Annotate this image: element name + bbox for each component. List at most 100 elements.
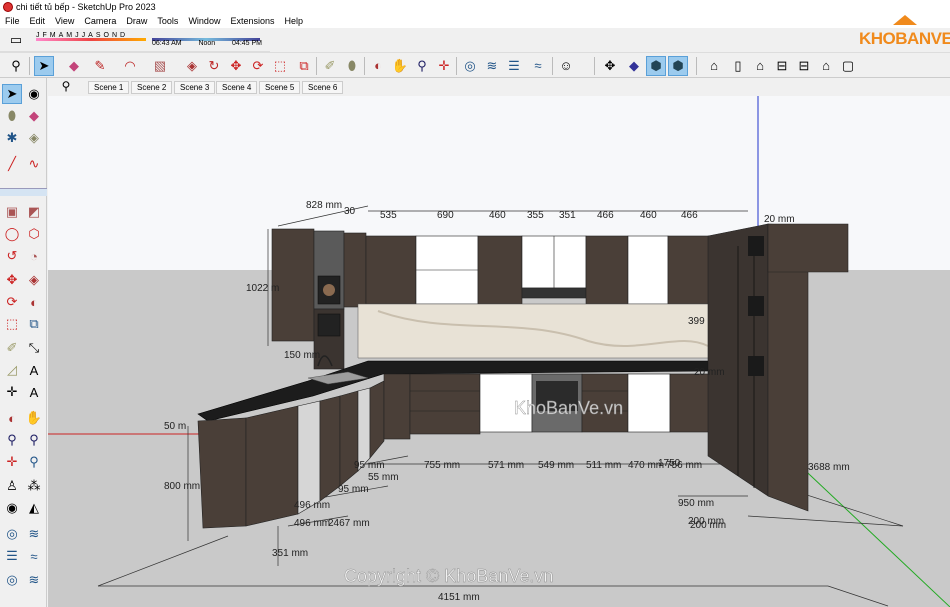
walk-through-icon[interactable]: ◭ xyxy=(24,498,44,518)
arc-icon[interactable]: ↺ xyxy=(2,246,22,266)
component-icon[interactable]: ✱ xyxy=(2,128,22,148)
back-view-icon[interactable]: ⌂ xyxy=(750,56,770,76)
components-icon[interactable]: ≈ xyxy=(24,546,44,566)
tape-measure-icon[interactable]: ✐ xyxy=(2,338,22,358)
sandbox-icon[interactable]: ◎ xyxy=(2,524,22,544)
scene-tab-1[interactable]: Scene 1 xyxy=(88,81,130,94)
move-icon[interactable]: ✥ xyxy=(226,56,246,76)
shadow-icon[interactable]: ≋ xyxy=(24,570,44,590)
front-view-icon[interactable]: ⌂ xyxy=(704,56,724,76)
offset-icon[interactable]: ⧉ xyxy=(294,56,314,76)
offset-icon[interactable]: ⧉ xyxy=(24,314,44,334)
scale-icon[interactable]: ⬚ xyxy=(270,56,290,76)
protractor-icon[interactable]: ◿ xyxy=(2,360,22,380)
paint-bucket-icon[interactable]: ⬮ xyxy=(2,106,22,126)
menu-camera[interactable]: Camera xyxy=(79,14,121,28)
layers-icon[interactable]: ≋ xyxy=(482,56,502,76)
right-view-icon[interactable]: ▯ xyxy=(728,56,748,76)
menu-window[interactable]: Window xyxy=(183,14,225,28)
layers-icon[interactable]: ≋ xyxy=(24,524,44,544)
tape-measure-icon[interactable]: ✐ xyxy=(320,56,340,76)
rectangle-icon[interactable]: ▣ xyxy=(2,202,22,222)
dim-label: 351 mm xyxy=(272,548,308,559)
scene-tab-2[interactable]: Scene 2 xyxy=(131,81,173,94)
house-icon[interactable]: ⌂ xyxy=(816,56,836,76)
eraser-icon[interactable]: ◆ xyxy=(24,106,44,126)
zoom-extents-icon[interactable]: ✛ xyxy=(2,452,22,472)
freehand-icon[interactable]: ∿ xyxy=(24,154,44,174)
eraser-icon[interactable]: ◆ xyxy=(64,56,84,76)
components-icon[interactable]: ≈ xyxy=(528,56,548,76)
menu-help[interactable]: Help xyxy=(279,14,308,28)
text-icon[interactable]: A xyxy=(24,360,44,380)
iso-view-icon[interactable]: ⬢ xyxy=(646,56,666,76)
section-plane-icon[interactable]: ◐ xyxy=(2,408,22,428)
paint-bucket-icon[interactable]: ⬮ xyxy=(342,56,362,76)
component-icon[interactable]: ◆ xyxy=(624,56,644,76)
polygon-icon[interactable]: ⬡ xyxy=(24,224,44,244)
zoom-icon[interactable]: ⚲ xyxy=(2,430,22,450)
scene-tab-5[interactable]: Scene 5 xyxy=(259,81,301,94)
menu-tools[interactable]: Tools xyxy=(152,14,183,28)
search-icon[interactable]: ⚲ xyxy=(6,56,26,76)
walk-icon[interactable]: ✋ xyxy=(390,56,410,76)
axes-icon[interactable]: ✛ xyxy=(2,382,22,402)
follow-me-icon[interactable]: ↻ xyxy=(204,56,224,76)
3d-viewport[interactable]: 828 mm 30 535 690 460 355 351 466 460 46… xyxy=(48,96,950,607)
dimension-icon[interactable]: ⤡ xyxy=(24,338,44,358)
page-icon[interactable]: ▢ xyxy=(838,56,858,76)
user-icon[interactable]: ☺ xyxy=(556,56,576,76)
zoom-extents-icon[interactable]: ✛ xyxy=(434,56,454,76)
menu-file[interactable]: File xyxy=(0,14,25,28)
styles-icon[interactable]: ☰ xyxy=(504,56,524,76)
menu-extensions[interactable]: Extensions xyxy=(225,14,279,28)
line-icon[interactable]: ╱ xyxy=(2,154,22,174)
move-icon[interactable]: ✥ xyxy=(2,270,22,290)
menu-edit[interactable]: Edit xyxy=(25,14,51,28)
zoom-icon[interactable]: ⚲ xyxy=(412,56,432,76)
walk-icon[interactable]: ✋ xyxy=(24,408,44,428)
push-pull-icon[interactable]: ◈ xyxy=(182,56,202,76)
pie-icon[interactable]: ◔ xyxy=(24,246,44,266)
sandbox-icon[interactable]: ◎ xyxy=(460,56,480,76)
3d-text-icon[interactable]: A xyxy=(24,382,44,402)
window-title-bar: chi tiết tủ bếp - SketchUp Pro 2023 xyxy=(0,0,950,14)
select-icon[interactable]: ➤ xyxy=(2,84,22,104)
push-pull-icon[interactable]: ◈ xyxy=(24,270,44,290)
section-plane-icon[interactable]: ◐ xyxy=(368,56,388,76)
arc-icon[interactable]: ◠ xyxy=(120,56,140,76)
dim-label-upper-height: 1022 m xyxy=(246,283,279,294)
orbit-icon[interactable]: ✥ xyxy=(600,56,620,76)
orbit-icon[interactable]: ◉ xyxy=(24,84,44,104)
select-arrow-icon[interactable]: ➤ xyxy=(34,56,54,76)
palette-divider[interactable] xyxy=(0,188,47,196)
top-view-icon[interactable]: ⬢ xyxy=(668,56,688,76)
bottom-view-icon[interactable]: ⊟ xyxy=(794,56,814,76)
previous-view-icon[interactable]: ⚲ xyxy=(24,452,44,472)
follow-me-icon[interactable]: ◐ xyxy=(24,292,44,312)
styles-icon[interactable]: ☰ xyxy=(2,546,22,566)
materials-icon[interactable]: ◎ xyxy=(2,570,22,590)
zoom-window-icon[interactable]: ⚲ xyxy=(24,430,44,450)
rotate-icon[interactable]: ⟳ xyxy=(248,56,268,76)
rectangle-icon[interactable]: ▧ xyxy=(150,56,170,76)
date-slider[interactable] xyxy=(36,38,146,41)
footprints-icon[interactable]: ⁂ xyxy=(24,476,44,496)
scene-tab-4[interactable]: Scene 4 xyxy=(216,81,258,94)
scene-tab-6[interactable]: Scene 6 xyxy=(302,81,344,94)
scale-icon[interactable]: ⬚ xyxy=(2,314,22,334)
left-view-icon[interactable]: ⊟ xyxy=(772,56,792,76)
scene-search-icon[interactable]: ⚲ xyxy=(56,76,76,96)
menu-view[interactable]: View xyxy=(50,14,79,28)
menu-draw[interactable]: Draw xyxy=(121,14,152,28)
position-camera-icon[interactable]: ♙ xyxy=(2,476,22,496)
rotate-icon[interactable]: ⟳ xyxy=(2,292,22,312)
shadow-toggle-icon[interactable]: ▭ xyxy=(6,30,26,50)
rotated-rectangle-icon[interactable]: ◩ xyxy=(24,202,44,222)
scene-tab-3[interactable]: Scene 3 xyxy=(174,81,216,94)
time-mid: Noon xyxy=(198,40,216,47)
tag-icon[interactable]: ◈ xyxy=(24,128,44,148)
circle-icon[interactable]: ◯ xyxy=(2,224,22,244)
look-around-icon[interactable]: ◉ xyxy=(2,498,22,518)
pencil-icon[interactable]: ✎ xyxy=(90,56,110,76)
